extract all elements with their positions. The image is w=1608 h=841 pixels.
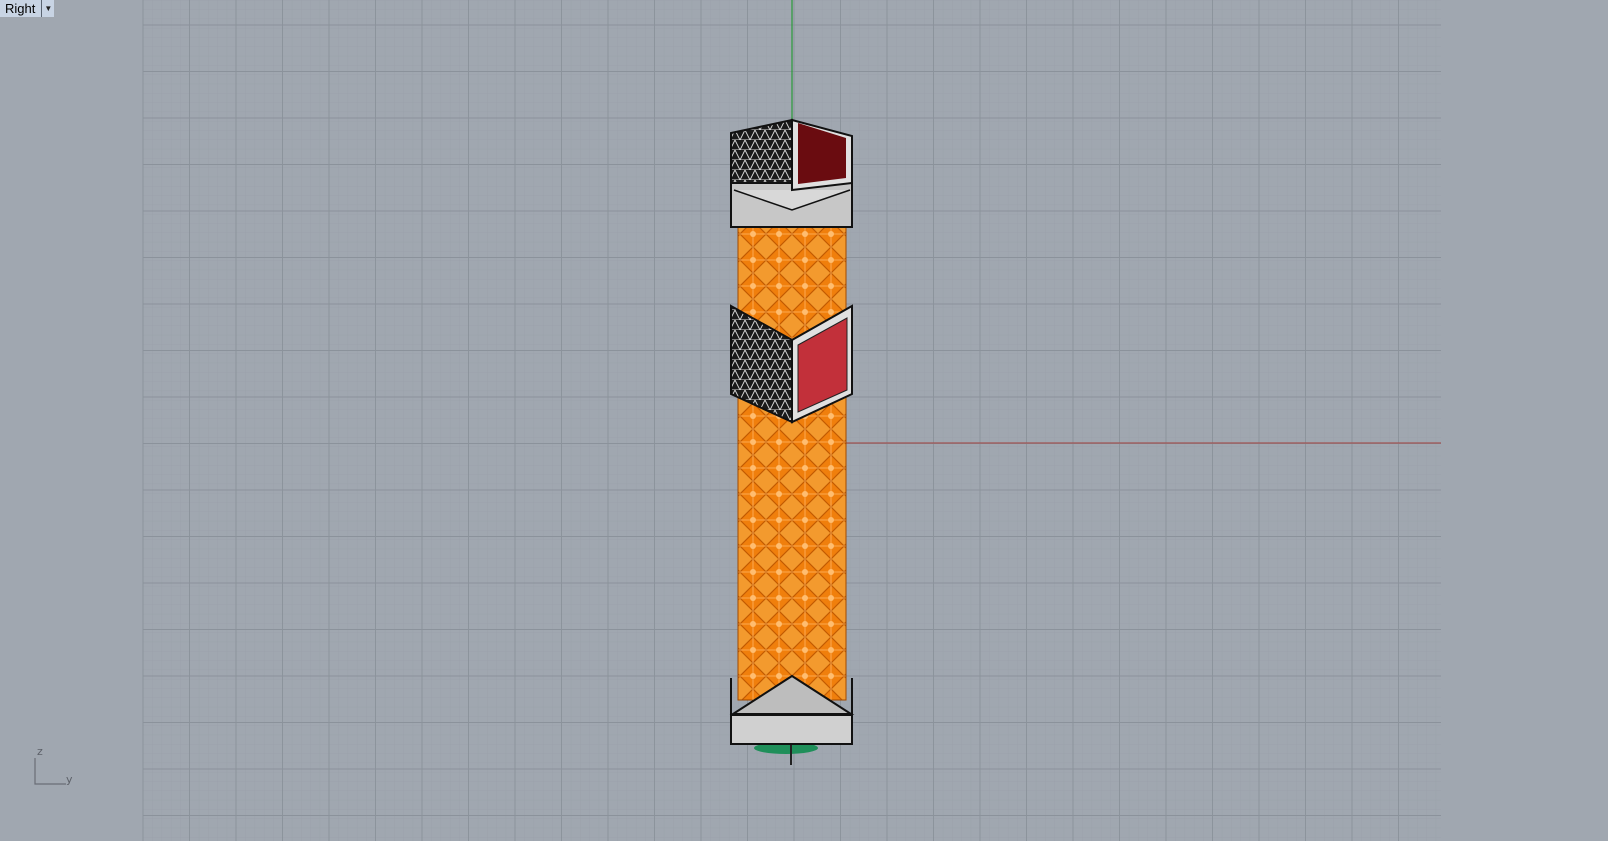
- top-cap: [730, 118, 853, 228]
- viewport-title-tab[interactable]: Right ▼: [0, 0, 55, 17]
- axis-label-z: z: [37, 745, 43, 758]
- lattice-tube: [737, 191, 847, 701]
- chevron-down-icon[interactable]: ▼: [42, 0, 55, 17]
- axis-widget: [34, 758, 66, 785]
- viewport-canvas[interactable]: [0, 0, 1608, 841]
- viewport-name[interactable]: Right: [0, 0, 43, 17]
- right-viewport[interactable]: Right ▼ z y: [0, 0, 1608, 841]
- axis-label-y: y: [66, 773, 73, 786]
